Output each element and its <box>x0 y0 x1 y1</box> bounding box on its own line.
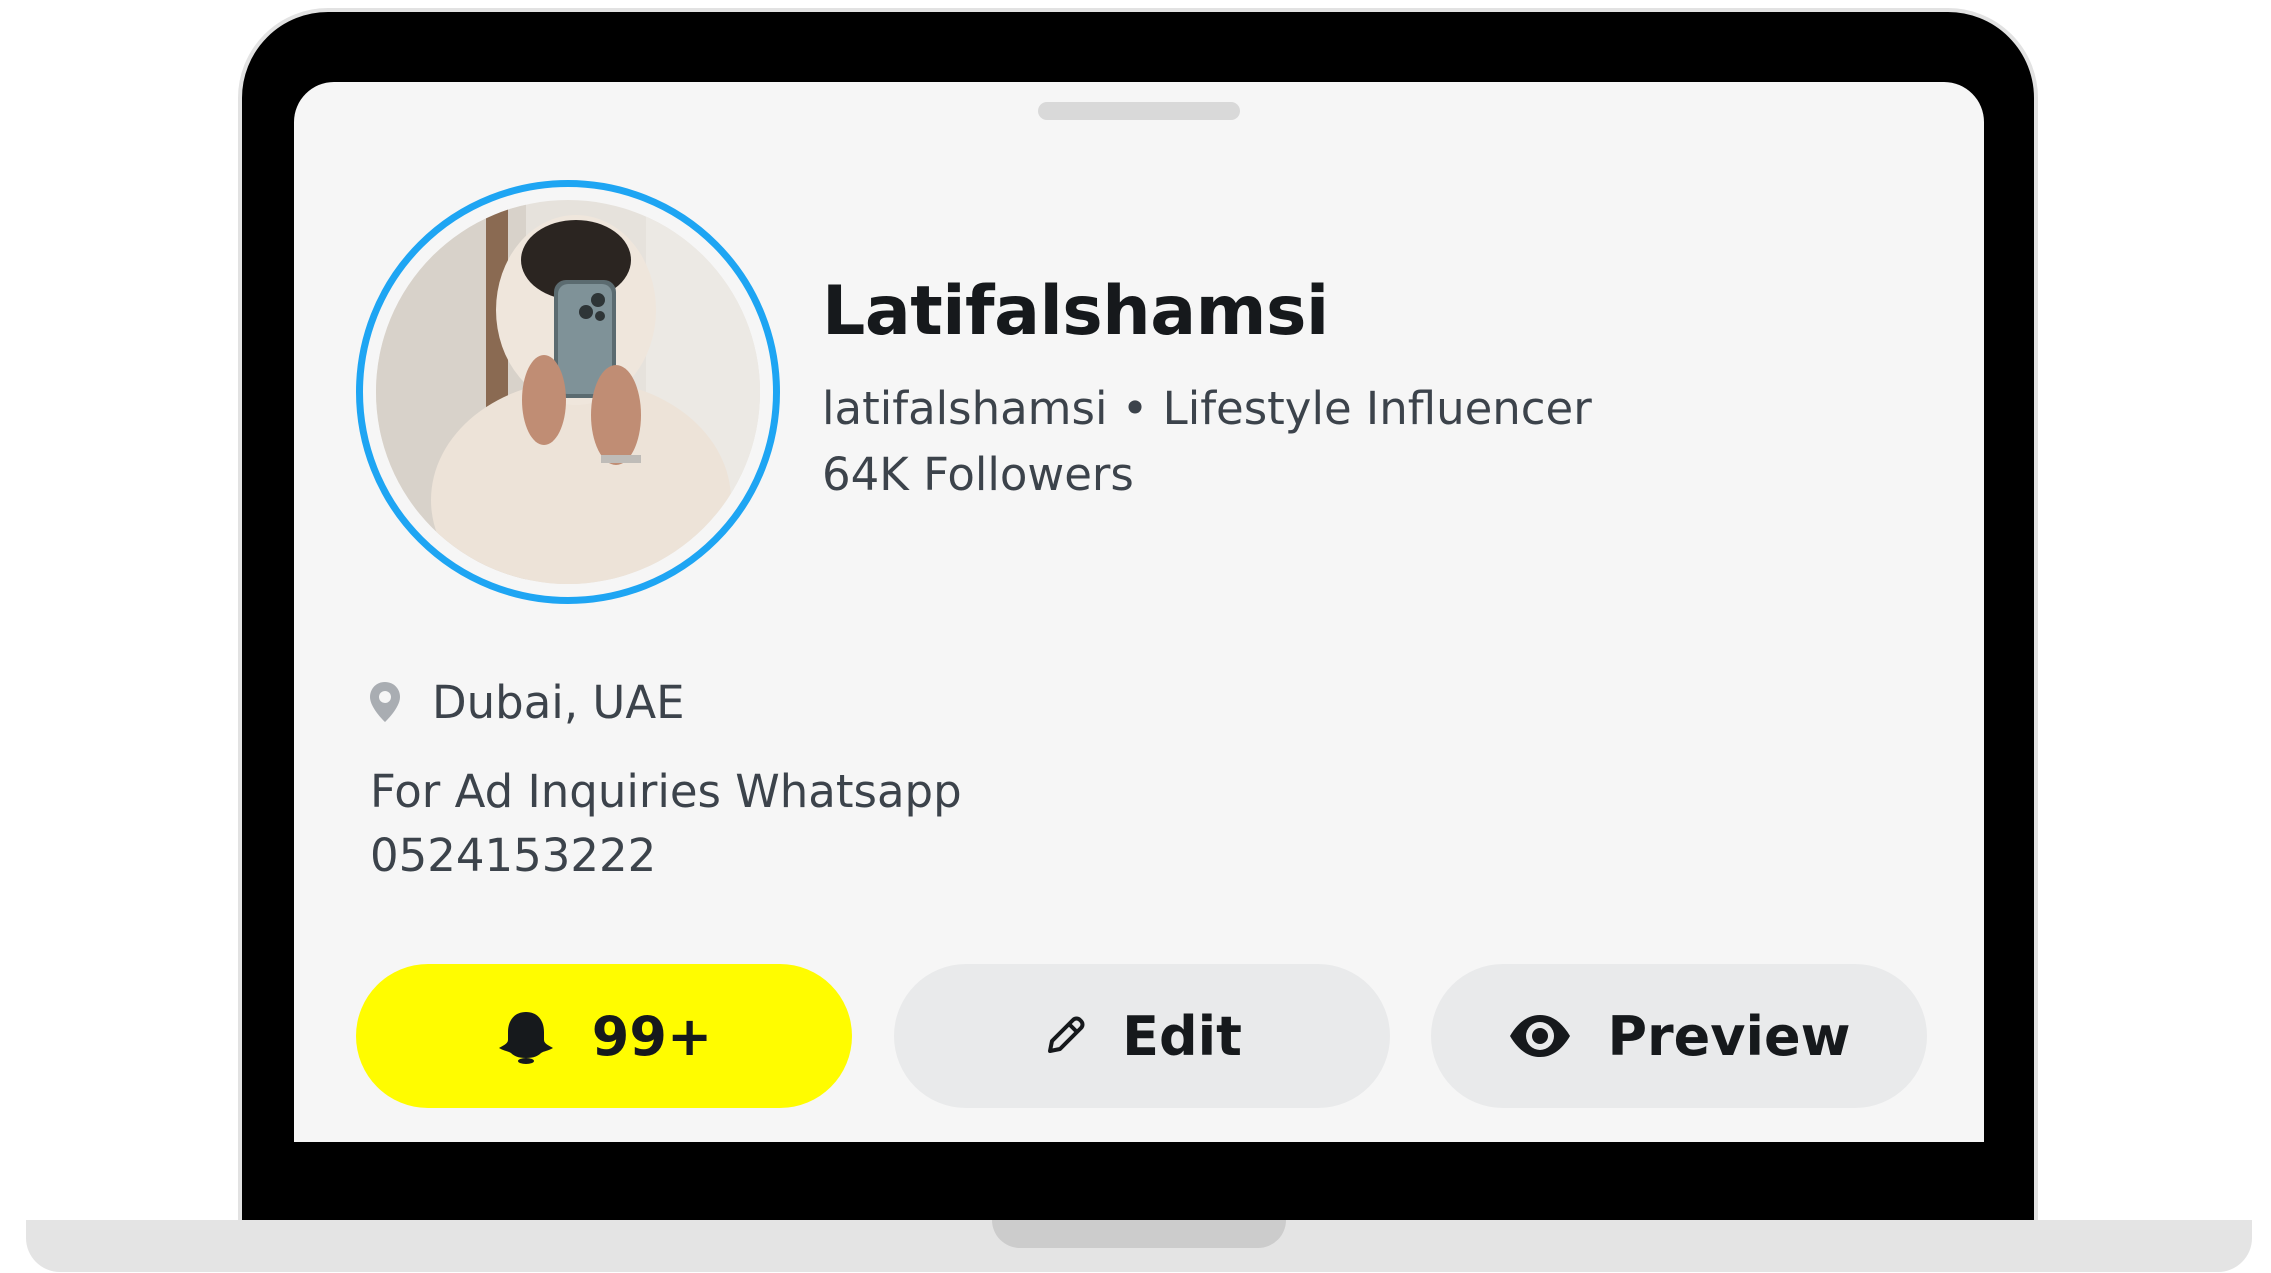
notifications-count: 99+ <box>591 1004 713 1068</box>
edit-button[interactable]: Edit <box>894 964 1390 1108</box>
bio-line: For Ad Inquiries Whatsapp <box>370 765 962 818</box>
profile-sheet: Latifalshamsi latifalshamsi • Lifestyle … <box>294 82 1984 1142</box>
bio: For Ad Inquiries Whatsapp 0524153222 <box>370 760 1370 888</box>
preview-label: Preview <box>1607 1004 1851 1068</box>
eye-icon <box>1510 1015 1571 1057</box>
map-pin-icon <box>370 682 400 722</box>
location-row: Dubai, UAE <box>368 672 685 732</box>
avatar-photo <box>376 200 760 584</box>
display-name: Latifalshamsi <box>822 272 1329 351</box>
sheet-drag-handle[interactable] <box>1038 102 1240 120</box>
avatar[interactable] <box>376 200 760 584</box>
edit-label: Edit <box>1122 1004 1242 1068</box>
ghost-bell-icon <box>498 1012 553 1064</box>
location-text: Dubai, UAE <box>432 675 685 729</box>
username-category: latifalshamsi • Lifestyle Influencer <box>822 382 1592 435</box>
laptop-notch <box>992 1220 1286 1248</box>
pencil-icon <box>1048 1016 1085 1053</box>
followers-count[interactable]: 64K Followers <box>822 448 1134 501</box>
notifications-button[interactable]: 99+ <box>356 964 852 1108</box>
bio-phone: 0524153222 <box>370 829 657 882</box>
preview-button[interactable]: Preview <box>1431 964 1927 1108</box>
